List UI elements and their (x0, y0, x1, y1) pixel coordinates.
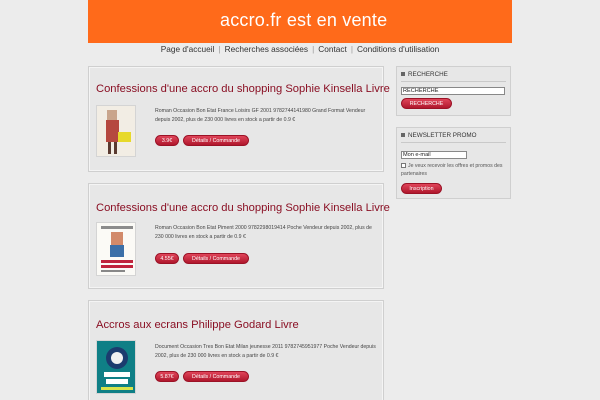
newsletter-submit-button[interactable]: Inscription (401, 183, 442, 194)
nav-separator: | (312, 44, 315, 54)
product-title[interactable]: Confessions d'une accro du shopping Soph… (96, 83, 390, 95)
consent-label: Je veux recevoir les offres et promos de… (401, 163, 503, 177)
nav-separator: | (218, 44, 221, 54)
nav-contact-link[interactable]: Contact (318, 44, 347, 54)
main-nav: Page d'accueil | Recherches associées | Cont… (88, 43, 512, 60)
newsletter-consent: Je veux recevoir les offres et promos de… (401, 163, 507, 178)
search-button[interactable]: RECHERCHE (401, 98, 452, 109)
search-widget-title-text: RECHERCHE (408, 71, 448, 78)
newsletter-widget-title: NEWSLETTER PROMO (401, 132, 477, 139)
book-cover-confessions-icon[interactable] (96, 222, 136, 276)
product-description: Roman Occasion Bon Etat France Loisirs G… (155, 108, 366, 123)
book-cover-ecrans-icon[interactable] (96, 340, 136, 394)
book-cover-shopping-icon[interactable] (96, 105, 136, 157)
product-card: Confessions d'une accro du shopping Soph… (88, 183, 390, 289)
product-card: Confessions d'une accro du shopping Soph… (88, 66, 390, 172)
newsletter-widget: NEWSLETTER PROMO Mon e-mail Je veux rece… (396, 127, 511, 199)
details-order-button[interactable]: Détails / Commande (183, 253, 249, 264)
bullet-square-icon (401, 72, 405, 77)
divider (401, 142, 506, 143)
price-button[interactable]: 5.87€ (155, 371, 179, 382)
product-description: Document Occasion Tres Bon Etat Milan je… (155, 344, 376, 359)
price-button[interactable]: 3.9€ (155, 135, 179, 146)
price-button[interactable]: 4.55€ (155, 253, 179, 264)
search-widget-title: RECHERCHE (401, 71, 448, 78)
product-description: Roman Occasion Bon Etat Piment 2000 9782… (155, 225, 372, 240)
nav-separator: | (350, 44, 353, 54)
nav-related-searches-link[interactable]: Recherches associées (225, 44, 308, 54)
search-widget: RECHERCHE RECHERCHE RECHERCHE (396, 66, 511, 116)
consent-checkbox[interactable] (401, 163, 406, 169)
email-field[interactable]: Mon e-mail (401, 151, 467, 159)
product-card: Accros aux ecrans Philippe Godard Livre … (88, 300, 384, 400)
product-title[interactable]: Confessions d'une accro du shopping Soph… (96, 202, 390, 214)
newsletter-widget-title-text: NEWSLETTER PROMO (408, 132, 477, 139)
nav-terms-link[interactable]: Conditions d'utilisation (357, 44, 439, 54)
bullet-square-icon (401, 133, 405, 138)
site-header: accro.fr est en vente (88, 0, 512, 43)
site-title[interactable]: accro.fr est en vente (220, 10, 387, 31)
product-title[interactable]: Accros aux ecrans Philippe Godard Livre (96, 319, 299, 331)
nav-home-link[interactable]: Page d'accueil (161, 44, 215, 54)
details-order-button[interactable]: Détails / Commande (183, 135, 249, 146)
details-order-button[interactable]: Détails / Commande (183, 371, 249, 382)
search-input[interactable]: RECHERCHE (401, 87, 505, 95)
divider (401, 81, 506, 82)
